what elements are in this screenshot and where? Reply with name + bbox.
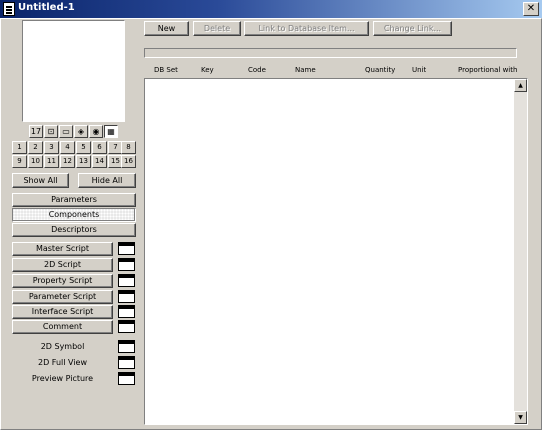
link-to-database-item-button[interactable]: Link to Database Item... xyxy=(244,21,369,36)
column-code[interactable]: Code xyxy=(248,66,266,74)
window-icon[interactable] xyxy=(118,305,135,318)
layer-button-3[interactable]: 3 xyxy=(44,141,59,154)
window-icon[interactable] xyxy=(118,340,135,353)
preview-picture-label: Preview Picture xyxy=(31,374,94,383)
column-proportional-with[interactable]: Proportional with xyxy=(458,66,524,74)
layer-button-4[interactable]: 4 xyxy=(60,141,75,154)
window-icon[interactable] xyxy=(118,356,135,369)
window-icon[interactable] xyxy=(118,258,135,271)
column-name[interactable]: Name xyxy=(295,66,316,74)
window-icon[interactable] xyxy=(118,274,135,287)
column-quantity[interactable]: Quantity xyxy=(365,66,395,74)
hide-all-button[interactable]: Hide All xyxy=(78,173,136,188)
column-db-set[interactable]: DB Set xyxy=(154,66,178,74)
descriptors-button[interactable]: Descriptors xyxy=(12,223,136,237)
layer-button-11[interactable]: 11 xyxy=(44,155,59,168)
change-link-button[interactable]: Change Link... xyxy=(373,21,452,36)
preview-area xyxy=(22,20,125,122)
layer-button-6[interactable]: 6 xyxy=(92,141,107,154)
delete-button[interactable]: Delete xyxy=(193,21,241,36)
2d-symbol-label: 2D Symbol xyxy=(40,342,85,351)
layer-button-1[interactable]: 1 xyxy=(12,141,27,154)
layer-button-9[interactable]: 9 xyxy=(12,155,27,168)
window-title: Untitled-1 xyxy=(18,2,75,13)
film-icon[interactable]: ▦ xyxy=(104,125,118,138)
monitor-icon[interactable]: ▭ xyxy=(59,125,73,138)
column-header: DB Set Key Code Name Quantity Unit Propo… xyxy=(144,66,524,78)
vertical-scrollbar[interactable]: ▲ ▼ xyxy=(514,79,527,424)
view-icon-17[interactable]: 17 xyxy=(29,125,43,138)
layer-button-14[interactable]: 14 xyxy=(92,155,107,168)
comment-button[interactable]: Comment xyxy=(12,320,113,334)
window-icon[interactable] xyxy=(118,290,135,303)
property-script-button[interactable]: Property Script xyxy=(12,274,113,288)
2d-full-view-label: 2D Full View xyxy=(38,358,87,367)
column-key[interactable]: Key xyxy=(201,66,214,74)
status-bar xyxy=(144,48,517,58)
master-script-button[interactable]: Master Script xyxy=(12,242,113,256)
column-unit[interactable]: Unit xyxy=(412,66,426,74)
cube-icon[interactable]: ◈ xyxy=(74,125,88,138)
window-icon[interactable] xyxy=(118,320,135,333)
layer-button-2[interactable]: 2 xyxy=(28,141,43,154)
components-list[interactable]: ▲ ▼ xyxy=(144,78,528,425)
interface-script-button[interactable]: Interface Script xyxy=(12,305,113,319)
window-icon[interactable] xyxy=(118,372,135,385)
layer-button-8[interactable]: 8 xyxy=(121,141,136,154)
layer-button-12[interactable]: 12 xyxy=(60,155,75,168)
frame-icon[interactable]: ⊡ xyxy=(44,125,58,138)
layer-button-10[interactable]: 10 xyxy=(28,155,43,168)
layer-button-5[interactable]: 5 xyxy=(76,141,91,154)
scroll-up-icon[interactable]: ▲ xyxy=(514,79,527,92)
2d-script-button[interactable]: 2D Script xyxy=(12,258,113,272)
document-icon xyxy=(3,2,15,16)
sphere-icon[interactable]: ◉ xyxy=(89,125,103,138)
close-button[interactable]: ✕ xyxy=(523,2,539,16)
parameter-script-button[interactable]: Parameter Script xyxy=(12,290,113,304)
scroll-down-icon[interactable]: ▼ xyxy=(514,411,527,424)
layer-button-13[interactable]: 13 xyxy=(76,155,91,168)
window-icon[interactable] xyxy=(118,242,135,255)
show-all-button[interactable]: Show All xyxy=(12,173,69,188)
layer-button-16[interactable]: 16 xyxy=(121,155,136,168)
parameters-button[interactable]: Parameters xyxy=(12,193,136,207)
new-button[interactable]: New xyxy=(144,21,189,36)
components-button[interactable]: Components xyxy=(12,208,136,222)
title-bar: Untitled-1 ✕ xyxy=(0,0,542,18)
